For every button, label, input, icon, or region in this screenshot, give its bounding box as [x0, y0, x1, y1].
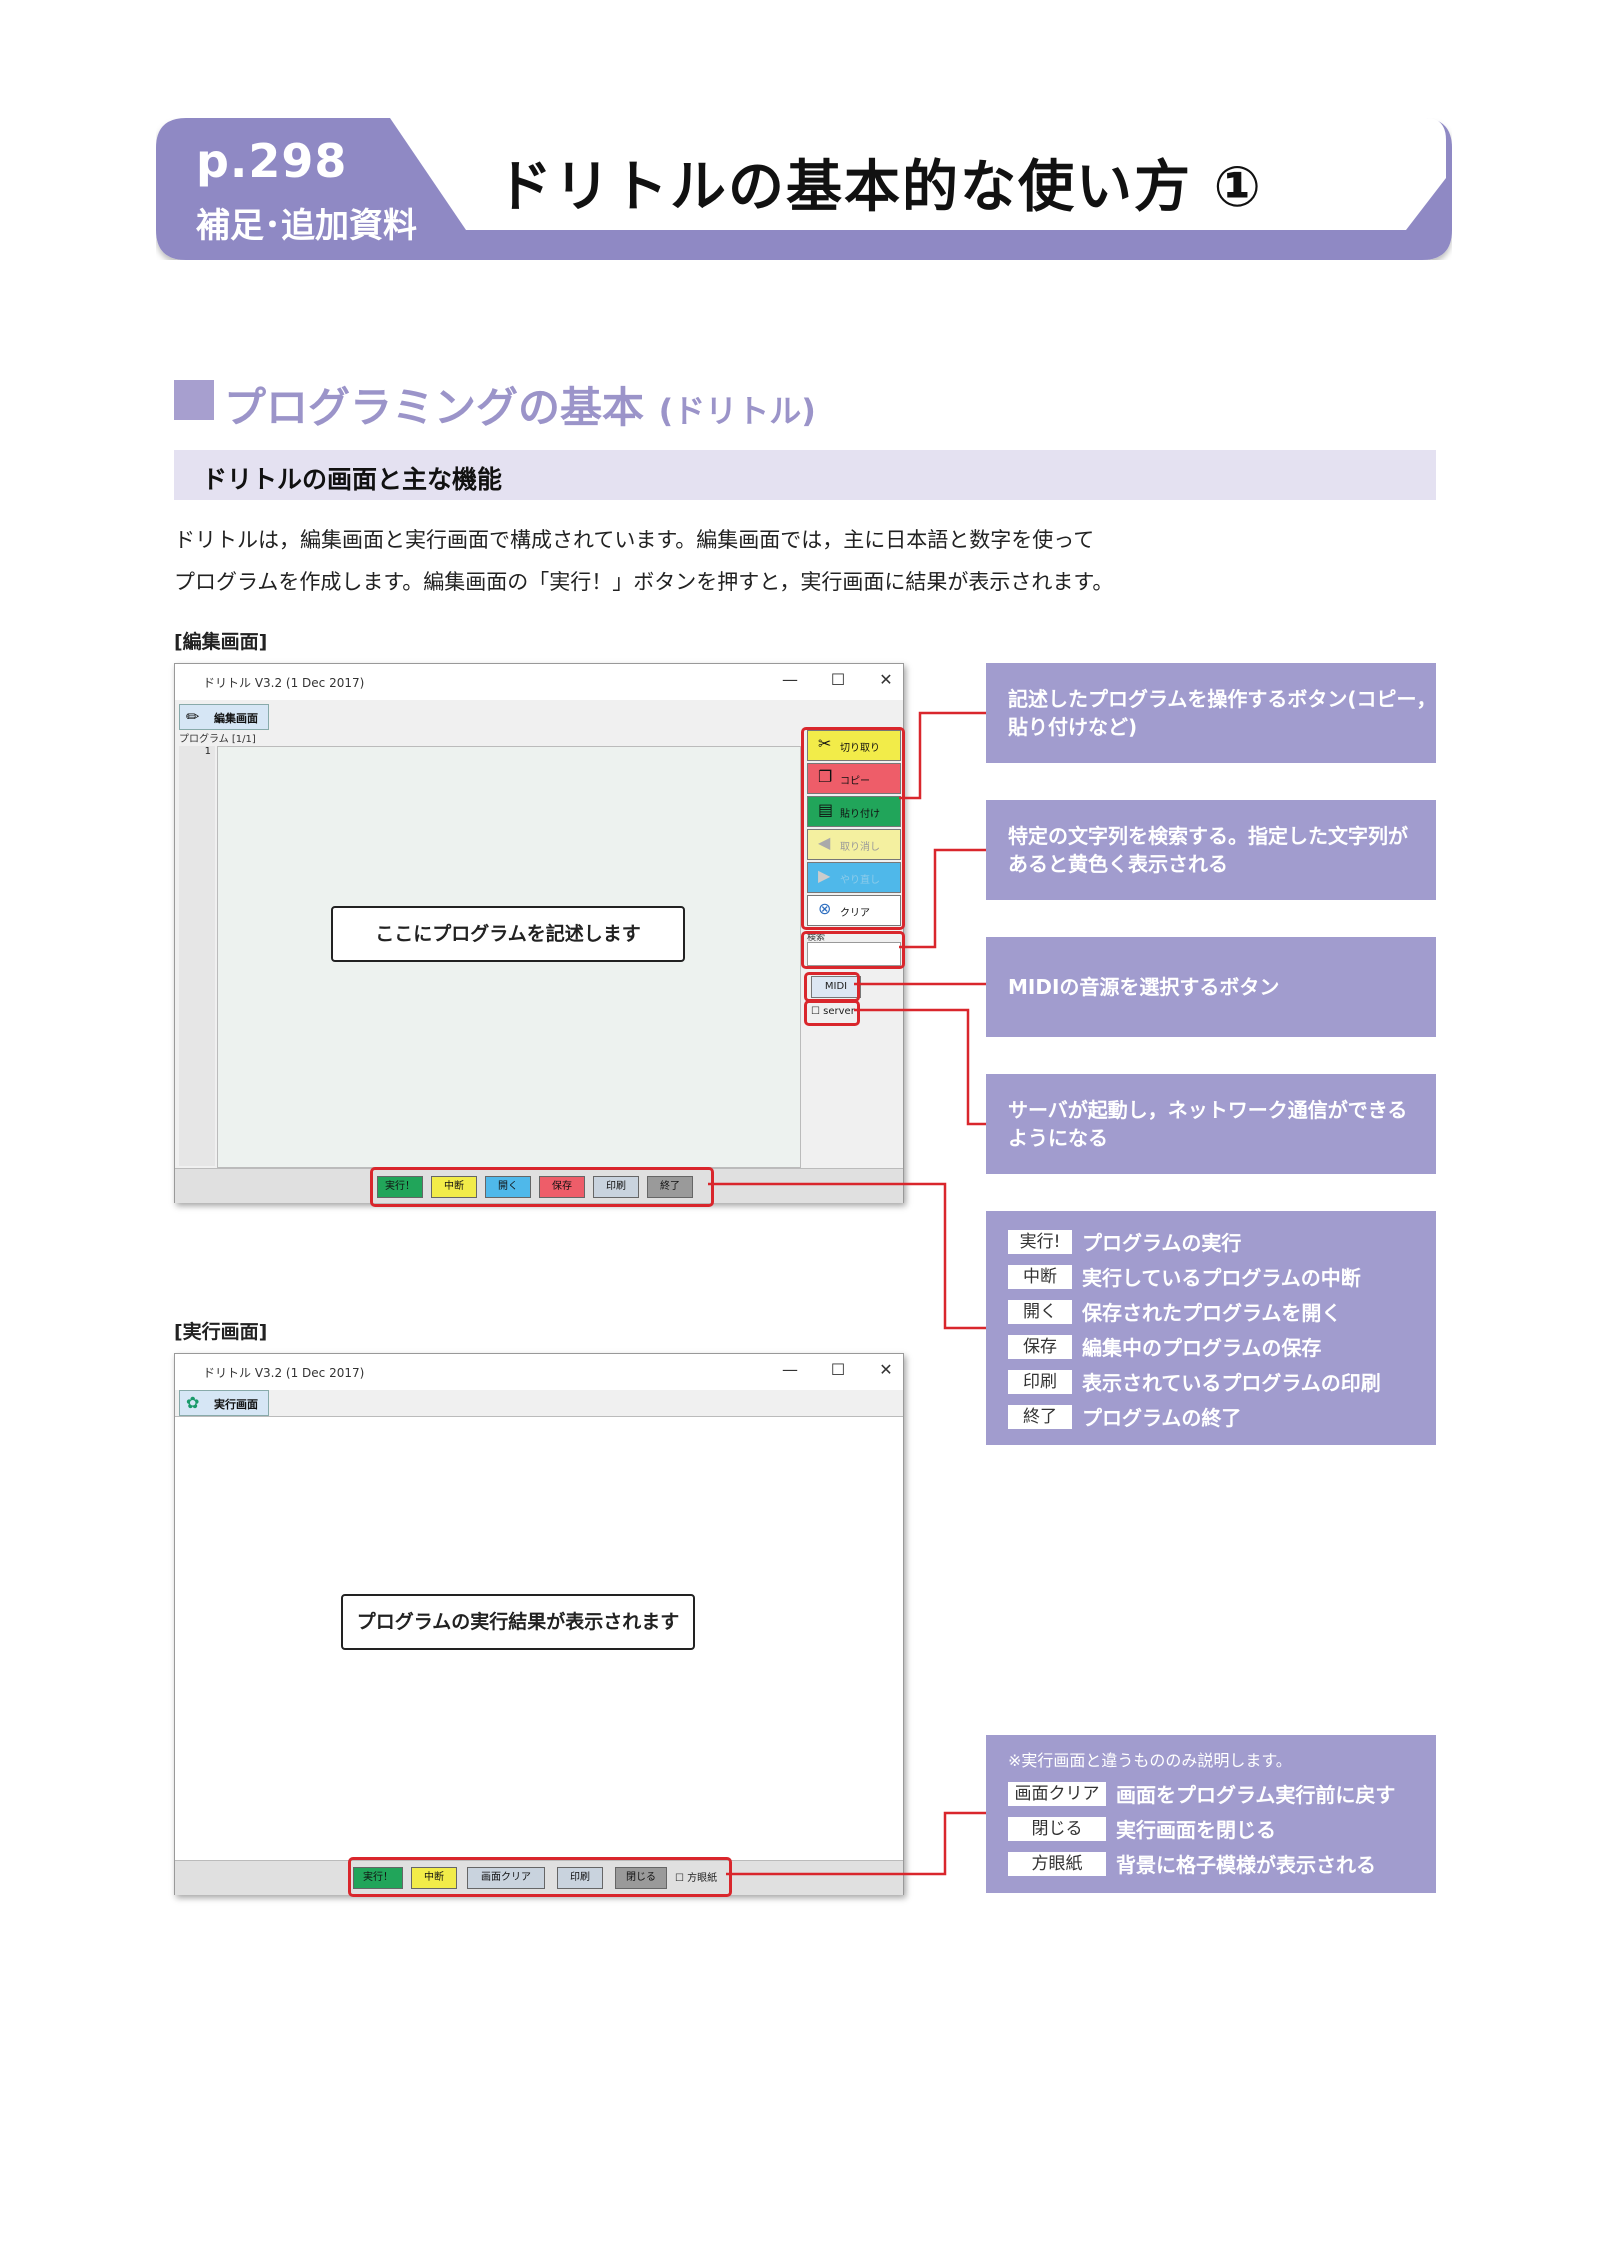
info-server-text: サーバが起動し，ネットワーク通信ができる ようになる — [1008, 1098, 1408, 1150]
line-number: 1 — [204, 746, 211, 757]
window-titlebar: ドリトル V3.2 (1 Dec 2017) — ☐ ✕ — [175, 664, 903, 700]
list-item: 画面クリア 画面をプログラム実行前に戻す — [1008, 1779, 1395, 1807]
info-midi: MIDIの音源を選択するボタン — [986, 937, 1436, 1037]
window-titlebar: ドリトル V3.2 (1 Dec 2017) — ☐ ✕ — [175, 1354, 903, 1390]
info-server: サーバが起動し，ネットワーク通信ができる ようになる — [986, 1074, 1436, 1174]
run-window-caption: [実行画面] — [174, 1321, 268, 1343]
body-paragraph-line-1: ドリトルは，編集画面と実行画面で構成されています。編集画面では，主に日本語と数字… — [174, 528, 1095, 552]
header-banner: p.298 補足･追加資料 ドリトルの基本的な使い方 ① — [156, 118, 1452, 260]
edit-window-caption: [編集画面] — [174, 631, 268, 653]
edit-window: ドリトル V3.2 (1 Dec 2017) — ☐ ✕ ✏ 編集画面 プログラ… — [174, 663, 904, 1203]
maximize-icon[interactable]: ☐ — [823, 1360, 853, 1379]
info-edit-buttons: 記述したプログラムを操作するボタン(コピー， 貼り付けなど) — [986, 663, 1437, 763]
info-bottom-buttons: 実行! プログラムの実行 中断 実行しているプログラムの中断 開く 保存されたプログラ… — [986, 1211, 1436, 1445]
subheading: ドリトルの画面と主な機能 — [202, 465, 503, 494]
pencil-icon: ✏ — [186, 707, 200, 726]
list-item: 終了 プログラムの終了 — [1008, 1402, 1241, 1430]
tab-edit[interactable]: ✏ 編集画面 — [179, 704, 269, 730]
program-label: プログラム [1/1] — [179, 734, 256, 745]
page-title: ドリトルの基本的な使い方 ① — [496, 155, 1263, 220]
highlight-edit-buttons — [801, 727, 905, 930]
close-icon[interactable]: ✕ — [871, 670, 901, 689]
header-subtitle: 補足･追加資料 — [196, 206, 417, 246]
list-item: 閉じる 実行画面を閉じる — [1008, 1814, 1276, 1842]
line-gutter: 1 — [179, 746, 215, 1166]
run-callout: プログラムの実行結果が表示されます — [341, 1594, 695, 1650]
highlight-search — [801, 931, 905, 969]
info-edit-buttons-text: 記述したプログラムを操作するボタン(コピー， 貼り付けなど) — [1008, 687, 1437, 739]
body-paragraph-line-2: プログラムを作成します。編集画面の「実行！」ボタンを押すと，実行画面に結果が表示… — [174, 570, 1114, 594]
run-window: ドリトル V3.2 (1 Dec 2017) — ☐ ✕ ✿ 実行画面 プログラ… — [174, 1353, 904, 1895]
list-item: 保存 編集中のプログラムの保存 — [1008, 1332, 1321, 1360]
list-item: 実行! プログラムの実行 — [1008, 1227, 1241, 1255]
subheading-bar: ドリトルの画面と主な機能 — [174, 450, 1436, 500]
highlight-bottom-buttons — [370, 1167, 714, 1207]
info-search-text: 特定の文字列を検索する。指定した文字列が あると黄色く表示される — [1008, 824, 1408, 876]
tab-run[interactable]: ✿ 実行画面 — [179, 1390, 269, 1416]
section-title: プログラミングの基本 (ドリトル) — [224, 383, 816, 432]
maximize-icon[interactable]: ☐ — [823, 670, 853, 689]
close-icon[interactable]: ✕ — [871, 1360, 901, 1379]
minimize-icon[interactable]: — — [775, 670, 805, 689]
info-run-note: ※実行画面と違うもののみ説明します。 — [1008, 1751, 1292, 1770]
list-item: 印刷 表示されているプログラムの印刷 — [1008, 1367, 1381, 1395]
list-item: 方眼紙 背景に格子模様が表示される — [1008, 1849, 1376, 1877]
list-item: 中断 実行しているプログラムの中断 — [1008, 1262, 1361, 1290]
page-number: p.298 — [196, 134, 348, 188]
editor-callout: ここにプログラムを記述します — [331, 906, 685, 962]
highlight-run-bottom-buttons — [348, 1857, 732, 1897]
minimize-icon[interactable]: — — [775, 1360, 805, 1379]
info-search: 特定の文字列を検索する。指定した文字列が あると黄色く表示される — [986, 800, 1436, 900]
section-title-paren: (ドリトル) — [658, 392, 816, 430]
list-item: 開く 保存されたプログラムを開く — [1008, 1297, 1341, 1325]
window-title: ドリトル V3.2 (1 Dec 2017) — [203, 1366, 365, 1380]
info-midi-text: MIDIの音源を選択するボタン — [1008, 975, 1280, 999]
turtle-icon: ✿ — [186, 1393, 200, 1412]
info-run-buttons: ※実行画面と違うもののみ説明します。 画面クリア 画面をプログラム実行前に戻す 閉… — [986, 1735, 1436, 1893]
section-marker — [174, 380, 214, 420]
window-title: ドリトル V3.2 (1 Dec 2017) — [203, 676, 365, 690]
highlight-midi — [804, 972, 860, 1002]
highlight-server — [804, 1000, 860, 1026]
